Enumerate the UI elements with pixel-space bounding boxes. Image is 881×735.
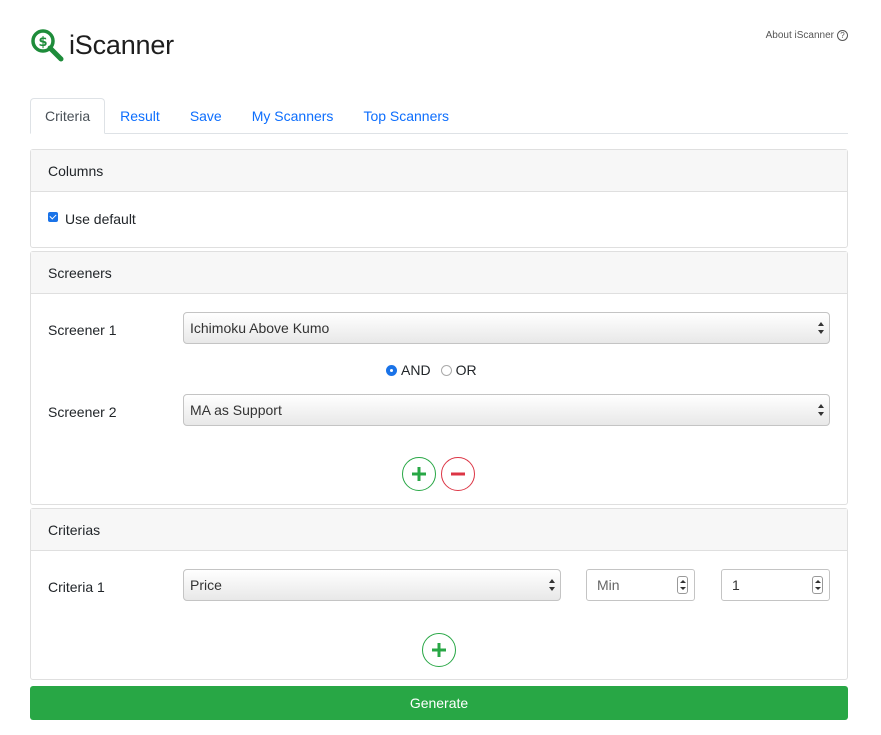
page: $ iScanner About iScanner ? Criteria Res… xyxy=(30,0,848,720)
or-radio[interactable] xyxy=(440,364,452,376)
screener-2-label: Screener 2 xyxy=(48,404,117,420)
and-radio[interactable] xyxy=(386,364,397,376)
tab-criteria[interactable]: Criteria xyxy=(30,98,106,134)
criteria-1-min-input[interactable]: Min xyxy=(586,569,695,601)
screeners-card-title: Screeners xyxy=(31,252,847,294)
criteria-1-max-input[interactable]: 1 xyxy=(721,569,830,601)
header: $ iScanner About iScanner ? xyxy=(30,0,848,86)
criterias-card-title: Criterias xyxy=(31,509,847,551)
svg-text:$: $ xyxy=(38,35,47,50)
app-name: iScanner xyxy=(69,29,174,60)
add-criteria-button[interactable] xyxy=(422,633,456,667)
help-circle-icon: ? xyxy=(837,30,848,41)
screener-2-select[interactable]: MA as Support xyxy=(183,394,830,426)
columns-card: Columns Use default xyxy=(30,149,848,248)
screener-1-value: Ichimoku Above Kumo xyxy=(190,320,330,336)
tab-my-scanners[interactable]: My Scanners xyxy=(237,98,349,134)
add-screener-button[interactable] xyxy=(402,457,436,491)
plus-icon xyxy=(412,467,426,481)
magnifier-dollar-icon: $ xyxy=(31,29,64,62)
criteria-1-field-value: Price xyxy=(190,577,222,593)
and-label: AND xyxy=(401,362,431,378)
tab-result[interactable]: Result xyxy=(105,98,175,134)
criteria-1-min-placeholder: Min xyxy=(597,577,620,593)
plus-icon xyxy=(432,643,446,657)
tab-top-scanners[interactable]: Top Scanners xyxy=(348,98,464,134)
columns-card-title: Columns xyxy=(31,150,847,192)
about-link[interactable]: About iScanner ? xyxy=(766,30,848,41)
use-default-label: Use default xyxy=(65,211,136,227)
minus-icon xyxy=(451,472,465,476)
logo[interactable]: $ iScanner xyxy=(30,28,174,62)
stepper-icon[interactable] xyxy=(677,576,688,594)
screener-2-value: MA as Support xyxy=(190,402,282,418)
or-label: OR xyxy=(455,362,477,378)
criteria-1-max-value: 1 xyxy=(732,577,740,593)
criterias-card: Criterias Criteria 1 Price Min 1 xyxy=(30,508,848,680)
about-label: About iScanner xyxy=(765,30,834,41)
select-arrows-icon xyxy=(549,579,556,591)
remove-screener-button[interactable] xyxy=(441,457,475,491)
use-default-option[interactable]: Use default xyxy=(48,211,136,227)
tab-save[interactable]: Save xyxy=(175,98,237,134)
use-default-checkbox[interactable] xyxy=(48,212,58,222)
select-arrows-icon xyxy=(818,404,825,416)
stepper-icon[interactable] xyxy=(812,576,823,594)
logic-radio-group: AND OR xyxy=(386,362,477,378)
select-arrows-icon xyxy=(818,322,825,334)
criteria-1-label: Criteria 1 xyxy=(48,579,105,595)
tab-bar: Criteria Result Save My Scanners Top Sca… xyxy=(30,92,848,134)
criteria-1-field-select[interactable]: Price xyxy=(183,569,561,601)
generate-button[interactable]: Generate xyxy=(30,686,848,720)
screener-1-select[interactable]: Ichimoku Above Kumo xyxy=(183,312,830,344)
screeners-card: Screeners Screener 1 Ichimoku Above Kumo… xyxy=(30,251,848,505)
screener-1-label: Screener 1 xyxy=(48,322,117,338)
